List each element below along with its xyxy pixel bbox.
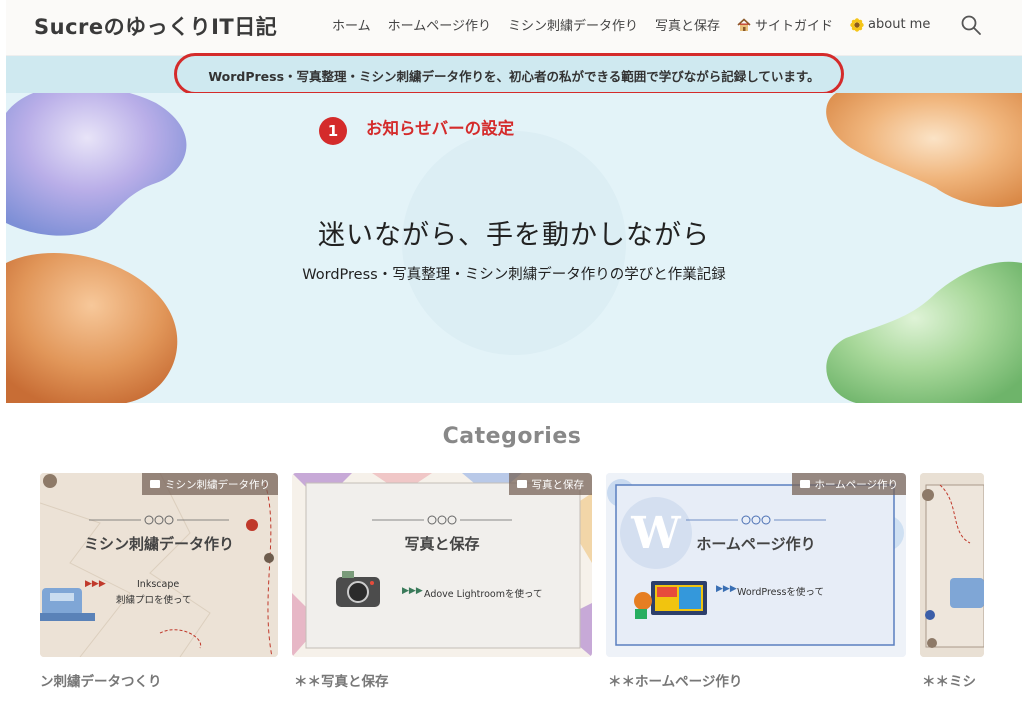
paper-texture xyxy=(920,473,984,657)
main-nav: ホーム ホームページ作り ミシン刺繍データ作り 写真と保存 サイトガイド abo… xyxy=(332,15,947,34)
nav-label: ホームページ作り xyxy=(387,19,491,34)
card-subtitle: WordPressを使って xyxy=(737,587,824,598)
sunflower-icon xyxy=(850,17,864,32)
card-title: 写真と保存 xyxy=(404,535,480,553)
nav-label: ホーム xyxy=(332,19,371,34)
category-caption[interactable]: ン刺繍データつくり xyxy=(40,670,162,690)
nav-label: about me xyxy=(868,17,931,32)
search-icon[interactable] xyxy=(960,14,982,36)
nav-item-embroidery[interactable]: ミシン刺繍データ作り xyxy=(508,15,638,34)
hero-section: 迷いながら、手を動かしながら WordPress・写真整理・ミシン刺繍データ作り… xyxy=(6,93,1022,403)
card-title: ホームページ作り xyxy=(696,535,816,553)
category-card-photo[interactable]: 写真と保存 写真と保存 ▶▶▶ Adove Lightroomを使って xyxy=(292,473,592,657)
nav-item-photo[interactable]: 写真と保存 xyxy=(655,15,720,34)
nav-item-home[interactable]: ホーム xyxy=(332,15,371,34)
nav-label: ミシン刺繍データ作り xyxy=(507,19,638,34)
category-tag: ミシン刺繍データ作り xyxy=(142,473,278,495)
category-card-embroidery-2[interactable] xyxy=(920,473,984,657)
category-card-embroidery[interactable]: ミシン刺繍データ作り ミシン刺繍データ作り ▶▶▶ Inkscape 刺繍プロを… xyxy=(40,473,278,657)
bubble-background: W xyxy=(606,473,906,657)
categories-heading: Categories xyxy=(442,424,582,449)
paper-texture xyxy=(40,473,278,657)
nav-item-homepage[interactable]: ホームページ作り xyxy=(388,15,491,34)
tag-label: ミシン刺繍データ作り xyxy=(165,479,270,491)
category-card-homepage[interactable]: W ホームページ作り ホームページ作り ▶▶▶ WordPressを使って xyxy=(606,473,906,657)
rings-ornament xyxy=(686,515,826,525)
site-header: SucreのゆっくりIT日記 ホーム ホームページ作り ミシン刺繍データ作り 写… xyxy=(6,0,1022,56)
tag-label: 写真と保存 xyxy=(531,479,585,491)
camera-icon xyxy=(336,571,380,607)
annotation-number-badge: 1 xyxy=(319,117,347,145)
hero-subtitle: WordPress・写真整理・ミシン刺繍データ作りの学びと作業記録 xyxy=(302,267,726,283)
nav-item-about[interactable]: about me xyxy=(850,15,930,34)
card-subtitle: Inkscape xyxy=(137,579,180,590)
nav-item-site-guide[interactable]: サイトガイド xyxy=(737,15,833,34)
tag-label: ホームページ作り xyxy=(814,479,898,491)
rings-ornament xyxy=(372,515,512,525)
web-design-icon xyxy=(634,581,707,619)
category-caption[interactable]: ＊＊ホームページ作り xyxy=(608,670,742,690)
nav-label: 写真と保存 xyxy=(655,19,721,34)
category-tag: 写真と保存 xyxy=(508,473,592,495)
folder-icon xyxy=(516,480,527,488)
arrow-icon: ▶▶▶ xyxy=(85,579,106,589)
card-subtitle: 刺繍プロを使って xyxy=(116,595,192,606)
folder-icon xyxy=(799,480,810,488)
arrow-icon: ▶▶▶ xyxy=(716,584,737,594)
arrow-icon: ▶▶▶ xyxy=(402,586,423,596)
category-caption[interactable]: ＊＊写真と保存 xyxy=(294,670,389,690)
house-icon xyxy=(737,17,751,31)
folder-icon xyxy=(150,480,160,488)
site-title[interactable]: SucreのゆっくりIT日記 xyxy=(34,11,277,41)
card-title: ミシン刺繍データ作り xyxy=(83,535,234,553)
category-tag: ホームページ作り xyxy=(791,473,906,495)
highlight-outline xyxy=(174,53,844,95)
nav-label: サイトガイド xyxy=(755,19,834,34)
card-subtitle: Adove Lightroomを使って xyxy=(424,589,543,600)
annotation-label: お知らせバーの設定 xyxy=(366,119,515,138)
category-caption[interactable]: ＊＊ミシ xyxy=(922,670,984,690)
rings-ornament xyxy=(89,515,229,525)
hero-title: 迷いながら、手を動かしながら xyxy=(318,220,710,251)
